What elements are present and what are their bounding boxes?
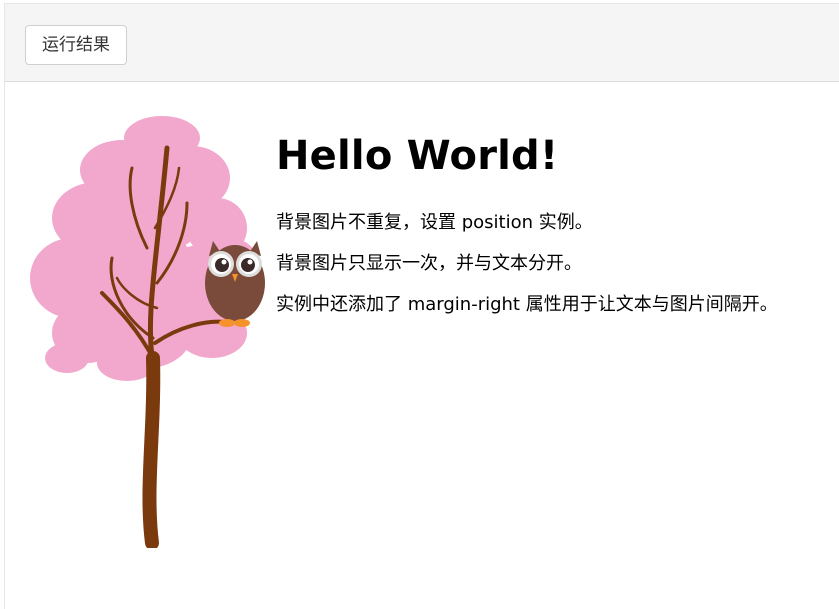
result-toolbar: 运行结果 [4,3,839,82]
page-heading: Hello World! [276,133,559,179]
paragraph-3: 实例中还添加了 margin-right 属性用于让文本与图片间隔开。 [276,294,778,315]
paragraph-1: 背景图片不重复，设置 position 实例。 [276,212,593,233]
page-frame: 运行结果 Hello World! 背景图片不重复，设置 position 实例… [0,0,839,609]
tree-background-image [30,116,265,548]
paragraph-2: 背景图片只显示一次，并与文本分开。 [276,253,582,274]
result-content: Hello World! 背景图片不重复，设置 position 实例。 背景图… [276,130,806,333]
result-panel: Hello World! 背景图片不重复，设置 position 实例。 背景图… [4,82,839,609]
run-result-button[interactable]: 运行结果 [25,25,127,65]
